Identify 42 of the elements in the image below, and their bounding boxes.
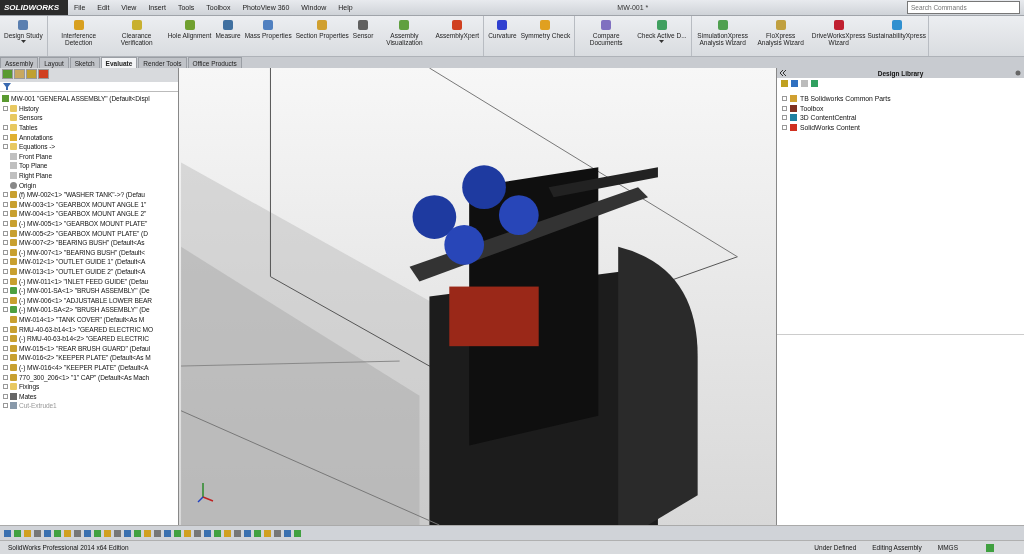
- app-logo: SOLIDWORKS: [0, 0, 68, 15]
- expand-icon[interactable]: [3, 364, 8, 370]
- expand-icon[interactable]: [3, 393, 8, 399]
- expand-icon[interactable]: [3, 230, 8, 236]
- expand-icon[interactable]: [3, 134, 8, 140]
- expand-icon[interactable]: [3, 345, 8, 351]
- expand-icon[interactable]: [3, 374, 8, 380]
- expand-icon[interactable]: [3, 278, 8, 284]
- help-icon[interactable]: [986, 543, 994, 552]
- expand-icon[interactable]: [3, 307, 8, 313]
- expand-icon[interactable]: [3, 336, 8, 342]
- expand-icon[interactable]: [3, 201, 8, 207]
- expand-icon[interactable]: [3, 249, 8, 255]
- expand-icon[interactable]: [3, 355, 8, 361]
- mates-icon: [10, 392, 17, 400]
- expand-icon[interactable]: [3, 221, 8, 226]
- folder-icon: [10, 143, 17, 151]
- folder-icon: [10, 383, 17, 391]
- expand-icon[interactable]: [3, 240, 8, 246]
- expand-icon[interactable]: [3, 326, 8, 332]
- expand-icon[interactable]: [3, 259, 8, 265]
- origin-icon: [10, 181, 17, 189]
- pin-icon[interactable]: [1015, 69, 1021, 77]
- expand-icon[interactable]: [3, 288, 8, 294]
- expand-icon[interactable]: [3, 144, 8, 150]
- expand-icon[interactable]: [3, 192, 8, 198]
- assembly-icon: [10, 287, 17, 295]
- part-icon: [10, 296, 17, 304]
- panel-tab-icon[interactable]: [38, 69, 49, 79]
- expand-icon[interactable]: [3, 403, 8, 409]
- expand-icon[interactable]: [3, 384, 8, 390]
- collapse-icon[interactable]: [780, 70, 786, 76]
- expand-icon[interactable]: [3, 297, 8, 303]
- assembly-icon: [2, 95, 9, 103]
- expand-icon[interactable]: [3, 269, 8, 274]
- feature-icon: [10, 402, 17, 410]
- axis-triad-icon: [197, 481, 215, 503]
- expand-icon[interactable]: [3, 105, 8, 111]
- expand-icon[interactable]: [3, 125, 8, 131]
- assembly-icon: [10, 306, 17, 314]
- annotation-icon: [10, 133, 17, 141]
- expand-icon[interactable]: [3, 211, 8, 217]
